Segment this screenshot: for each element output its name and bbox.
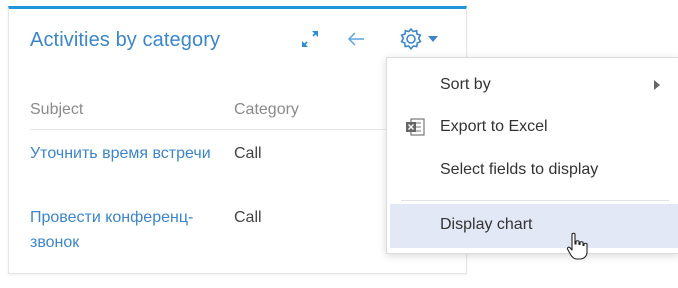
menu-item-label: Display chart <box>440 216 533 233</box>
menu-item-select-fields[interactable]: Select fields to display <box>387 151 678 191</box>
gear-icon <box>400 27 438 51</box>
menu-divider <box>401 200 669 201</box>
caret-down-icon <box>428 36 438 42</box>
screen: Activities by category Subject Category … <box>0 0 678 288</box>
expand-icon[interactable] <box>298 27 322 51</box>
arrow-left-icon[interactable] <box>344 27 368 51</box>
subject-link[interactable]: Провести конференц-звонок <box>30 205 220 255</box>
menu-item-label: Select fields to display <box>440 161 599 178</box>
menu-item-sort-by[interactable]: Sort by <box>387 66 678 106</box>
excel-icon <box>404 116 426 138</box>
category-cell: Call <box>234 145 262 162</box>
category-cell: Call <box>234 209 262 226</box>
settings-button[interactable] <box>397 25 449 53</box>
menu-item-export-to-excel[interactable]: Export to Excel <box>387 108 678 148</box>
widget-title: Activities by category <box>30 29 221 51</box>
menu-item-label: Sort by <box>440 76 491 93</box>
column-header-category[interactable]: Category <box>234 101 299 119</box>
menu-item-label: Export to Excel <box>440 118 548 135</box>
menu-item-display-chart[interactable]: Display chart <box>390 204 678 248</box>
chevron-right-icon <box>654 80 660 90</box>
column-header-subject[interactable]: Subject <box>30 101 83 119</box>
subject-link[interactable]: Уточнить время встречи <box>30 141 220 166</box>
settings-dropdown-menu: Sort by Export to Excel Select fields to… <box>386 57 678 254</box>
